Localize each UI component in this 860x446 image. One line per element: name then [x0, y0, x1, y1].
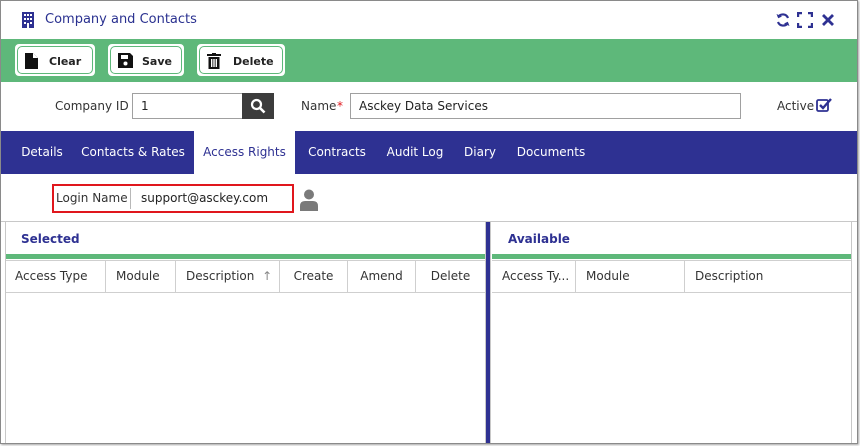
user-icon[interactable] [300, 189, 318, 211]
tab-documents[interactable]: Documents [511, 131, 591, 174]
name-input[interactable]: Asckey Data Services [350, 93, 741, 119]
col-description[interactable]: Description ↑ [176, 261, 280, 292]
search-button[interactable] [242, 93, 274, 119]
available-panel-title: Available [508, 232, 570, 246]
tab-bar: Details Contacts & Rates Access Rights C… [1, 131, 857, 174]
panel-separator [1, 221, 857, 222]
search-icon [250, 98, 266, 114]
selected-grid-header: Access Type Module Description ↑ Create … [5, 260, 485, 293]
delete-label: Delete [233, 55, 274, 68]
sort-ascending-icon: ↑ [262, 269, 273, 283]
col-available-module[interactable]: Module [576, 261, 685, 292]
col-create[interactable]: Create [280, 261, 348, 292]
selected-grid-body[interactable] [5, 293, 485, 441]
selected-panel-title: Selected [21, 232, 80, 246]
company-contacts-window: Company and Contacts Clear Save Delete C… [0, 0, 858, 444]
active-checkbox[interactable] [816, 97, 832, 113]
company-id-label: Company ID [55, 99, 129, 113]
col-access-type[interactable]: Access Type [5, 261, 106, 292]
available-grid-header: Access Ty... Module Description [492, 260, 851, 293]
window-title: Company and Contacts [45, 12, 197, 27]
floppy-icon [118, 53, 133, 68]
expand-icon[interactable] [797, 12, 813, 28]
tab-contracts[interactable]: Contracts [301, 131, 373, 174]
left-border [5, 222, 6, 443]
tab-diary[interactable]: Diary [457, 131, 503, 174]
tab-access-rights[interactable]: Access Rights [194, 131, 295, 174]
col-description-label: Description [186, 269, 255, 283]
available-strip [492, 254, 851, 259]
col-module[interactable]: Module [106, 261, 176, 292]
login-name-label: Login Name [56, 191, 128, 205]
close-icon[interactable] [820, 12, 836, 28]
available-grid-body[interactable] [492, 293, 851, 441]
toolbar: Clear Save Delete [1, 39, 857, 82]
trash-icon [207, 53, 221, 69]
clear-button[interactable]: Clear [13, 42, 97, 78]
tab-details[interactable]: Details [11, 131, 73, 174]
title-bar: Company and Contacts [1, 1, 857, 39]
save-button[interactable]: Save [106, 42, 186, 78]
required-marker: * [337, 99, 343, 113]
tab-contacts-rates[interactable]: Contacts & Rates [77, 131, 189, 174]
save-label: Save [142, 55, 172, 68]
col-amend[interactable]: Amend [348, 261, 416, 292]
selected-strip [5, 254, 485, 259]
clear-label: Clear [49, 55, 82, 68]
tab-audit-log[interactable]: Audit Log [379, 131, 451, 174]
file-icon [25, 53, 38, 69]
login-name-input[interactable]: support@asckey.com [130, 188, 290, 209]
name-label: Name [301, 99, 337, 113]
delete-button[interactable]: Delete [195, 42, 287, 78]
panel-divider[interactable] [485, 222, 491, 443]
company-id-input[interactable]: 1 [132, 93, 243, 119]
refresh-icon[interactable] [775, 12, 791, 28]
col-available-description[interactable]: Description [685, 261, 851, 292]
right-border [851, 222, 852, 443]
building-icon [22, 12, 34, 28]
col-delete[interactable]: Delete [416, 261, 485, 292]
active-label: Active [777, 99, 815, 113]
col-available-access-type[interactable]: Access Ty... [492, 261, 576, 292]
